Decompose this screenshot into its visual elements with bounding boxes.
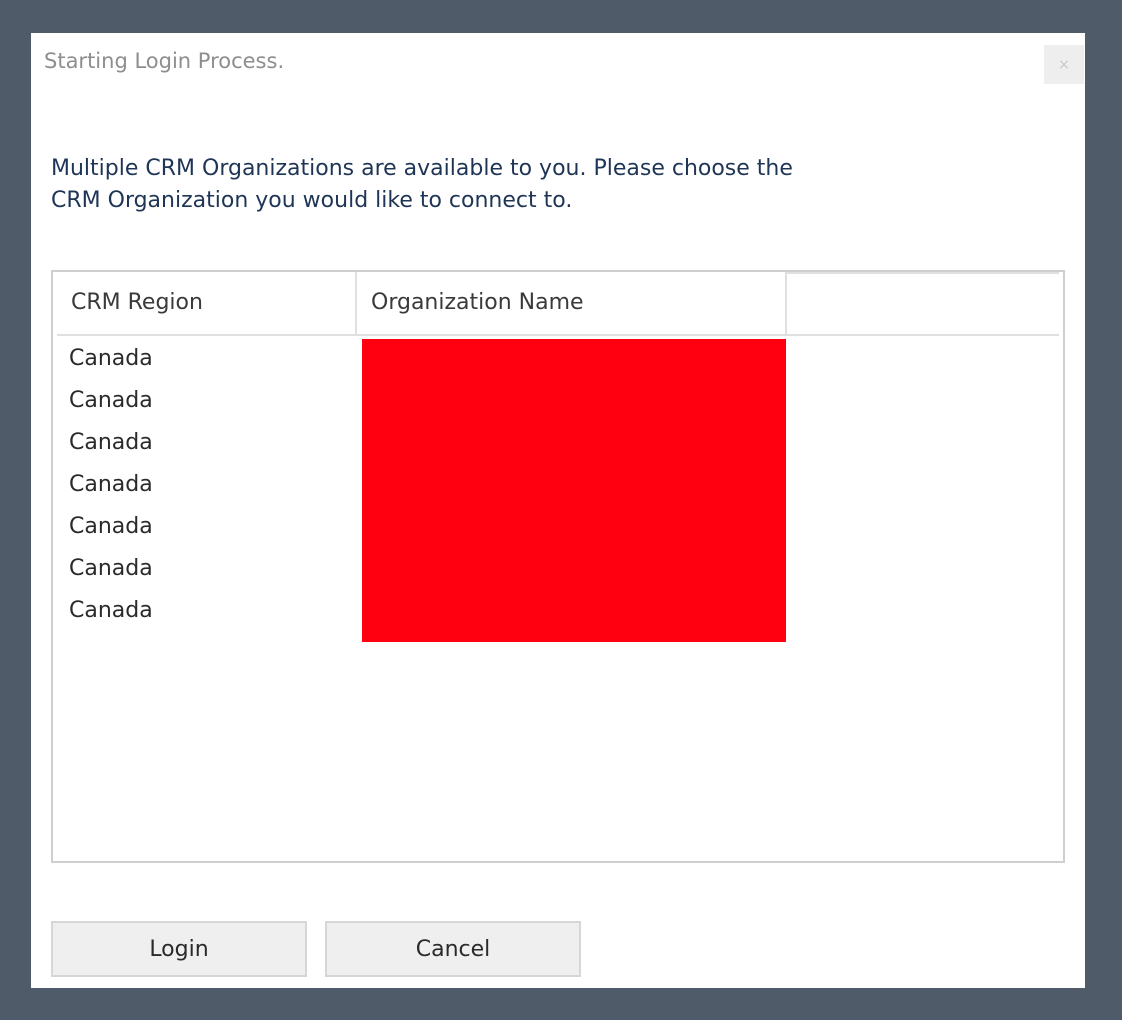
column-header-organization-name[interactable]: Organization Name bbox=[357, 272, 787, 334]
column-header-empty bbox=[787, 272, 1059, 334]
instruction-message: Multiple CRM Organizations are available… bbox=[51, 156, 793, 213]
close-button[interactable]: × bbox=[1044, 45, 1084, 84]
dialog-title: Starting Login Process. bbox=[44, 49, 285, 73]
region-cell: Canada bbox=[69, 388, 153, 413]
region-cell: Canada bbox=[69, 346, 153, 371]
cancel-button[interactable]: Cancel bbox=[325, 921, 581, 977]
login-button[interactable]: Login bbox=[51, 921, 307, 977]
organization-grid[interactable]: CRM Region Organization Name Canada Cana… bbox=[51, 270, 1065, 863]
close-icon: × bbox=[1058, 56, 1070, 73]
grid-header: CRM Region Organization Name bbox=[57, 272, 1059, 336]
region-cell: Canada bbox=[69, 556, 153, 581]
region-cell: Canada bbox=[69, 514, 153, 539]
region-cell: Canada bbox=[69, 472, 153, 497]
redaction-block bbox=[362, 339, 786, 642]
login-dialog: Starting Login Process. × Multiple CRM O… bbox=[31, 33, 1085, 988]
column-header-crm-region[interactable]: CRM Region bbox=[57, 272, 357, 334]
region-cell: Canada bbox=[69, 430, 153, 455]
region-cell: Canada bbox=[69, 598, 153, 623]
